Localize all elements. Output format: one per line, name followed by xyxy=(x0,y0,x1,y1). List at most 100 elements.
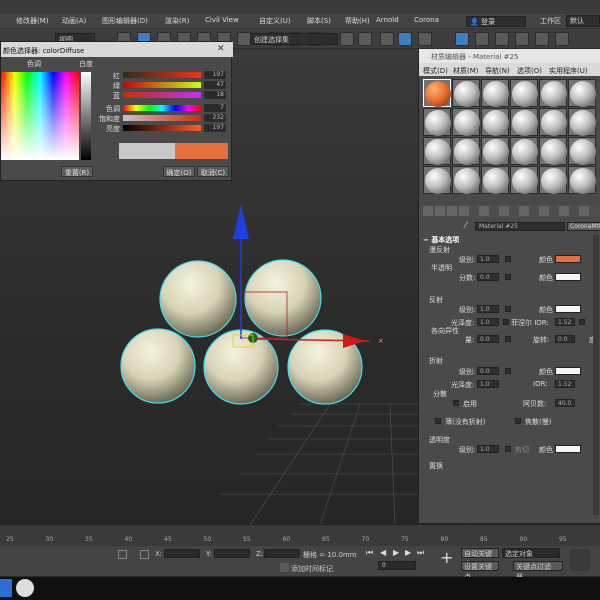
material-type-button[interactable]: CoronaMtl xyxy=(567,222,600,231)
menu-help[interactable]: 帮助(H) xyxy=(345,16,370,26)
material-slot[interactable] xyxy=(568,137,596,165)
menu-material[interactable]: 材质(M) xyxy=(453,66,479,76)
refraction-color-swatch[interactable] xyxy=(555,367,581,375)
current-frame-field[interactable]: 0 xyxy=(378,561,416,570)
abbe-spinner[interactable]: 40.0 xyxy=(555,399,575,407)
material-slot[interactable] xyxy=(481,108,509,136)
dispersion-enable-checkbox[interactable] xyxy=(453,400,459,406)
gloss-map-button[interactable] xyxy=(503,319,509,325)
start-icon[interactable] xyxy=(0,579,12,597)
material-slot[interactable] xyxy=(452,79,480,107)
z-coordinate-field[interactable] xyxy=(264,549,300,558)
menu-arnold[interactable]: Arnold xyxy=(376,16,399,24)
render-icon[interactable] xyxy=(515,32,529,46)
red-slider[interactable] xyxy=(123,72,201,78)
menu-mode[interactable]: 模式(D) xyxy=(423,66,448,76)
cancel-button[interactable]: 取消(C) xyxy=(197,166,229,177)
show-map-icon[interactable] xyxy=(539,206,549,216)
menu-navigation[interactable]: 导航(N) xyxy=(485,66,510,76)
material-slot[interactable] xyxy=(423,137,451,165)
fraction-map-button[interactable] xyxy=(505,274,511,280)
diffuse-map-button[interactable] xyxy=(505,256,511,262)
workspace-dropdown[interactable]: 默认 xyxy=(566,15,600,27)
put-to-scene-icon[interactable] xyxy=(435,206,445,216)
material-slot[interactable] xyxy=(452,166,480,194)
blue-value[interactable]: 18 xyxy=(204,91,226,99)
diffuse-color-swatch[interactable] xyxy=(555,255,581,263)
reflection-gloss-spinner[interactable]: 1.0 xyxy=(477,318,499,326)
green-slider[interactable] xyxy=(123,82,201,88)
menu-scripting[interactable]: 脚本(S) xyxy=(307,16,331,26)
menu-rendering[interactable]: 渲染(R) xyxy=(165,16,189,26)
value-value[interactable]: 197 xyxy=(204,124,226,132)
diffuse-level-spinner[interactable]: 1.0 xyxy=(477,255,499,263)
hue-value[interactable]: 7 xyxy=(204,104,226,112)
menu-civil-view[interactable]: Civil View xyxy=(205,16,239,24)
material-slot[interactable] xyxy=(568,166,596,194)
render-setup-icon[interactable] xyxy=(475,32,489,46)
hue-spectrum[interactable] xyxy=(1,72,79,160)
material-slot[interactable] xyxy=(510,79,538,107)
selected-object-dropdown[interactable]: 选定对象 xyxy=(502,548,560,558)
add-time-tag-label[interactable]: 添加时间标记 xyxy=(291,564,333,574)
menu-customize[interactable]: 自定义(U) xyxy=(259,16,291,26)
material-slot[interactable] xyxy=(539,166,567,194)
material-slot[interactable] xyxy=(539,108,567,136)
menu-modifiers[interactable]: 修改器(M) xyxy=(16,16,49,26)
material-slot[interactable] xyxy=(568,108,596,136)
refraction-level-spinner[interactable]: 0.0 xyxy=(477,367,499,375)
material-slot[interactable] xyxy=(568,79,596,107)
set-key-button[interactable]: 设置关键点 xyxy=(461,561,499,581)
opacity-map-button[interactable] xyxy=(505,446,511,452)
layer-icon[interactable] xyxy=(380,32,394,46)
close-icon[interactable]: ✕ xyxy=(217,44,225,54)
material-slot[interactable] xyxy=(539,137,567,165)
auto-key-button[interactable]: 自动关键点 xyxy=(461,548,499,568)
next-frame-icon[interactable]: ▶ xyxy=(405,548,411,557)
reflection-color-swatch[interactable] xyxy=(555,305,581,313)
translucency-color-swatch[interactable] xyxy=(555,273,581,281)
opacity-level-spinner[interactable]: 1.0 xyxy=(477,445,499,453)
blue-slider[interactable] xyxy=(123,92,201,98)
material-slot[interactable] xyxy=(452,108,480,136)
key-filters-button[interactable]: 关键点过滤器... xyxy=(513,561,563,581)
thin-checkbox[interactable] xyxy=(435,418,441,424)
go-parent-icon[interactable] xyxy=(579,206,589,216)
material-slot[interactable] xyxy=(510,108,538,136)
material-slot[interactable] xyxy=(423,166,451,194)
caustics-checkbox[interactable] xyxy=(515,418,521,424)
teapot-icon[interactable] xyxy=(555,32,569,46)
put-library-icon[interactable] xyxy=(499,206,509,216)
saturation-value[interactable]: 232 xyxy=(204,114,226,122)
material-slot[interactable] xyxy=(423,108,451,136)
eyedropper-icon[interactable]: ⁄ xyxy=(465,221,467,231)
fresnel-map-button[interactable] xyxy=(579,319,585,325)
refraction-gloss-spinner[interactable]: 1.0 xyxy=(477,380,499,388)
viewport-nav-controls[interactable] xyxy=(570,549,590,571)
material-slot[interactable] xyxy=(481,166,509,194)
fraction-spinner[interactable]: 0.0 xyxy=(477,273,499,281)
ok-button[interactable]: 确定(O) xyxy=(163,166,195,177)
material-slot[interactable] xyxy=(510,137,538,165)
opacity-color-swatch[interactable] xyxy=(555,445,581,453)
material-slot[interactable] xyxy=(510,166,538,194)
absolute-mode-icon[interactable] xyxy=(140,550,149,559)
material-editor-icon[interactable] xyxy=(455,32,469,46)
amount-spinner[interactable]: 0.0 xyxy=(477,335,499,343)
rotation-spinner[interactable]: 0.0 xyxy=(555,335,575,343)
menu-graph-editors[interactable]: 图形编辑器(D) xyxy=(102,16,148,26)
menu-options[interactable]: 选项(O) xyxy=(517,66,542,76)
saturation-slider[interactable] xyxy=(123,115,201,121)
reset-button[interactable]: 重置(R) xyxy=(61,166,93,177)
scene-explorer-icon[interactable] xyxy=(398,32,412,46)
ior-spinner[interactable]: 1.52 xyxy=(555,380,575,388)
green-value[interactable]: 47 xyxy=(204,81,226,89)
render-frame-icon[interactable] xyxy=(495,32,509,46)
go-start-icon[interactable]: ⏮ xyxy=(366,548,373,558)
make-unique-icon[interactable] xyxy=(479,206,489,216)
reflection-map-button[interactable] xyxy=(505,306,511,312)
material-slot[interactable] xyxy=(481,137,509,165)
menu-corona[interactable]: Corona xyxy=(414,16,439,24)
curve-editor-icon[interactable] xyxy=(418,32,432,46)
hue-slider[interactable] xyxy=(123,105,201,111)
